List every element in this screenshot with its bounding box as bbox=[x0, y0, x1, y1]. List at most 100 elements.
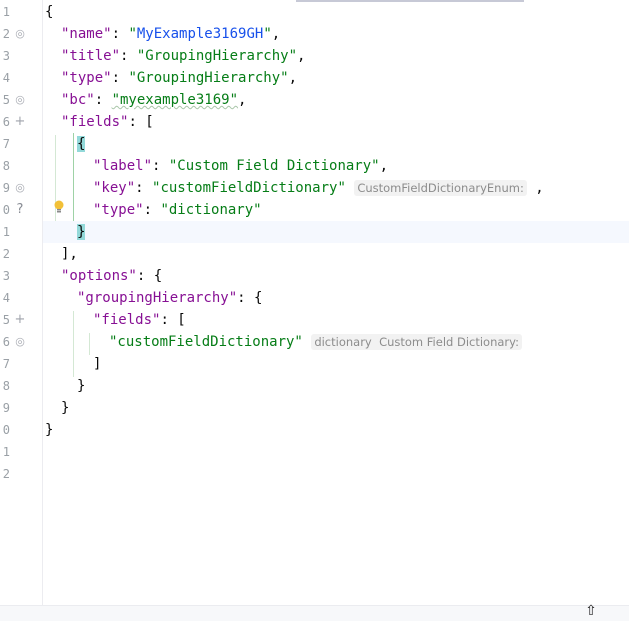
brace: } bbox=[45, 422, 54, 438]
json-string: "Custom Field Dictionary" bbox=[168, 158, 380, 174]
code-line[interactable]: "fields": [ bbox=[61, 111, 629, 133]
code-line[interactable]: "groupingHierarchy": { bbox=[77, 287, 629, 309]
inlay-hint-type: dictionary bbox=[314, 335, 372, 349]
line-number: 1 bbox=[2, 445, 10, 459]
colon: : bbox=[120, 48, 137, 64]
matched-brace: } bbox=[77, 224, 86, 240]
line-number: 2 bbox=[2, 247, 10, 261]
json-string: "customFieldDictionary" bbox=[152, 180, 346, 196]
colon: : bbox=[237, 290, 255, 306]
code-line[interactable]: { bbox=[45, 1, 629, 23]
current-code-line[interactable]: } bbox=[43, 221, 629, 243]
editor-bottom-bar bbox=[0, 605, 629, 621]
json-key: "fields" bbox=[61, 114, 129, 130]
inlay-hint-label: Custom Field Dictionary: bbox=[379, 335, 519, 349]
line-number: 3 bbox=[2, 269, 10, 283]
json-string: "MyExample3169GH" bbox=[128, 26, 272, 42]
implementation-marker-icon[interactable]: ◎ bbox=[13, 89, 27, 111]
lightbulb-icon[interactable] bbox=[53, 199, 65, 215]
line-number: 8 bbox=[2, 159, 10, 173]
code-line[interactable]: "key": "customFieldDictionary" CustomFie… bbox=[93, 177, 629, 199]
matched-brace: { bbox=[77, 136, 86, 152]
indent-guide bbox=[89, 333, 90, 355]
line-number: 9 bbox=[2, 181, 10, 195]
line-number: 5 bbox=[2, 93, 10, 107]
line-number: 7 bbox=[2, 357, 10, 371]
comma: , bbox=[535, 180, 544, 196]
line-number: 3 bbox=[2, 49, 10, 63]
json-key: "key" bbox=[93, 180, 136, 196]
json-string: "GroupingHierarchy" bbox=[136, 48, 298, 64]
bracket: [ bbox=[145, 114, 154, 130]
line-number: 4 bbox=[2, 291, 10, 305]
code-line[interactable]: { bbox=[77, 133, 629, 155]
line-number: 0 bbox=[2, 203, 10, 217]
colon: : bbox=[111, 26, 129, 42]
colon: : bbox=[136, 268, 154, 284]
json-string: "dictionary" bbox=[160, 202, 262, 218]
json-key: "label" bbox=[93, 158, 153, 174]
code-line[interactable]: "type": "GroupingHierarchy", bbox=[61, 67, 629, 89]
json-string: "myexample3169" bbox=[111, 92, 239, 108]
inlay-hint[interactable]: dictionary Custom Field Dictionary: bbox=[311, 334, 522, 350]
code-line[interactable]: } bbox=[45, 419, 629, 441]
json-key: "type" bbox=[61, 70, 112, 86]
code-line[interactable]: ] bbox=[93, 353, 629, 375]
code-editor[interactable]: { "name": "MyExample3169GH", "title": "G… bbox=[43, 0, 629, 605]
code-line[interactable]: "customFieldDictionary" dictionary Custo… bbox=[109, 331, 629, 353]
code-line[interactable]: } bbox=[61, 397, 629, 419]
json-key: "name" bbox=[61, 26, 112, 42]
colon: : bbox=[152, 158, 169, 174]
colon: : bbox=[160, 312, 178, 328]
code-line[interactable]: } bbox=[77, 375, 629, 397]
comma: , bbox=[288, 70, 298, 86]
line-number: 6 bbox=[2, 115, 10, 129]
implementation-marker-icon[interactable]: ◎ bbox=[13, 177, 27, 199]
code-line[interactable]: ], bbox=[61, 243, 629, 265]
comma: , bbox=[379, 158, 389, 174]
colon: : bbox=[94, 92, 112, 108]
line-number: 2 bbox=[2, 467, 10, 481]
code-line[interactable]: "label": "Custom Field Dictionary", bbox=[93, 155, 629, 177]
brace: { bbox=[254, 290, 263, 306]
line-number: 6 bbox=[2, 335, 10, 349]
brace: { bbox=[45, 4, 54, 20]
line-number: 2 bbox=[2, 27, 10, 41]
json-key: "title" bbox=[61, 48, 121, 64]
code-line[interactable]: "title": "GroupingHierarchy", bbox=[61, 45, 629, 67]
json-key: "groupingHierarchy" bbox=[77, 290, 238, 306]
line-number: 9 bbox=[2, 401, 10, 415]
line-number: 5 bbox=[2, 313, 10, 327]
json-key: "fields" bbox=[93, 312, 161, 328]
code-line[interactable]: "type": "dictionary" bbox=[93, 199, 629, 221]
json-key: "bc" bbox=[61, 92, 95, 108]
bracket: [ bbox=[177, 312, 186, 328]
navigate-up-icon[interactable]: ⇧ bbox=[584, 603, 598, 620]
fold-expand-icon[interactable]: + bbox=[13, 309, 27, 331]
implementation-marker-icon[interactable]: ◎ bbox=[13, 331, 27, 353]
implementation-marker-icon[interactable]: ◎ bbox=[13, 23, 27, 45]
comma: , bbox=[297, 48, 306, 64]
code-line[interactable]: "name": "MyExample3169GH", bbox=[61, 23, 629, 45]
line-number: 4 bbox=[2, 71, 10, 85]
json-string-link[interactable]: MyExample3169GH bbox=[137, 26, 263, 42]
json-key: "options" bbox=[61, 268, 137, 284]
json-string: "customFieldDictionary" bbox=[109, 334, 303, 350]
colon: : bbox=[111, 70, 129, 86]
help-question-icon[interactable]: ? bbox=[13, 199, 27, 221]
code-line[interactable]: "fields": [ bbox=[93, 309, 629, 331]
json-string: "GroupingHierarchy" bbox=[128, 70, 289, 86]
inlay-hint[interactable]: CustomFieldDictionaryEnum: bbox=[354, 180, 527, 196]
line-number: 1 bbox=[2, 5, 10, 19]
bracket: ] bbox=[93, 356, 102, 372]
brace: { bbox=[153, 268, 163, 284]
line-number: 1 bbox=[2, 225, 10, 239]
code-line[interactable]: "bc": "myexample3169", bbox=[61, 89, 629, 111]
fold-expand-icon[interactable]: + bbox=[13, 111, 27, 133]
colon: : bbox=[135, 180, 153, 196]
colon: : bbox=[128, 114, 146, 130]
code-line[interactable]: "options": { bbox=[61, 265, 629, 287]
json-key: "type" bbox=[93, 202, 144, 218]
indent-guide bbox=[73, 311, 74, 377]
line-number: 7 bbox=[2, 137, 10, 151]
